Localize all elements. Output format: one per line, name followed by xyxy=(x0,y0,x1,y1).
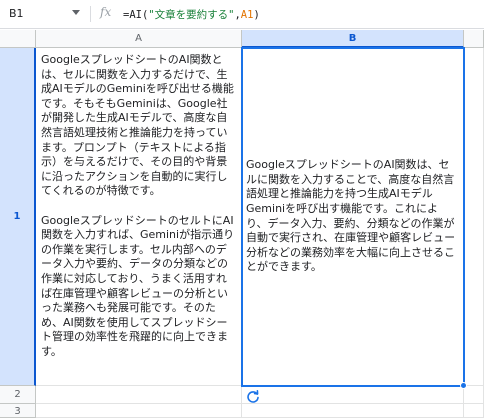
formula-input[interactable]: =AI("文章を要約する",A1) xyxy=(123,7,260,22)
formula-prefix: =AI( xyxy=(123,9,149,21)
column-header-a[interactable]: A xyxy=(36,30,242,48)
refresh-icon[interactable] xyxy=(245,389,261,405)
name-box-value: B1 xyxy=(9,7,24,20)
fx-icon: fx xyxy=(100,5,112,19)
row-header-2[interactable]: 2 xyxy=(0,386,36,404)
cell-a1[interactable]: GoogleスプレッドシートのAI関数とは、セルに関数を入力するだけで、生成AI… xyxy=(36,48,242,386)
cell-a2[interactable] xyxy=(36,386,242,404)
row-header-1[interactable]: 1 xyxy=(0,48,36,386)
chevron-down-icon[interactable] xyxy=(72,10,80,15)
select-all-corner[interactable] xyxy=(0,30,36,48)
formula-bar-divider xyxy=(90,6,91,22)
formula-string-arg: "文章を要約する" xyxy=(148,9,235,21)
column-header-c[interactable] xyxy=(464,30,484,48)
cell-c2[interactable] xyxy=(464,386,484,404)
cell-b2[interactable] xyxy=(242,386,464,404)
name-box[interactable]: B1 xyxy=(0,0,88,29)
formula-suffix: ) xyxy=(253,9,260,21)
column-header-b[interactable]: B xyxy=(242,30,464,48)
cell-a1-paragraph-2: GoogleスプレッドシートのセルトにAI関数を入力すれば、Geminiが指示通… xyxy=(41,213,235,358)
cell-b1-text: GoogleスプレッドシートのAI関数は、セルに関数を入力することで、高度な自然… xyxy=(246,158,456,274)
formula-bar: B1 fx =AI("文章を要約する",A1) xyxy=(0,0,484,29)
cell-c1[interactable] xyxy=(464,48,484,386)
row-header-3[interactable]: 3 xyxy=(0,404,36,418)
cell-a1-paragraph-1: GoogleスプレッドシートのAI関数とは、セルに関数を入力するだけで、生成AI… xyxy=(41,53,234,198)
cell-b1[interactable]: GoogleスプレッドシートのAI関数は、セルに関数を入力することで、高度な自然… xyxy=(242,48,464,386)
formula-ref-arg: A1 xyxy=(240,9,254,21)
cell-c3[interactable] xyxy=(464,404,484,418)
cell-a3[interactable] xyxy=(36,404,242,418)
cell-b3[interactable] xyxy=(242,404,464,418)
fill-handle[interactable] xyxy=(460,382,467,389)
